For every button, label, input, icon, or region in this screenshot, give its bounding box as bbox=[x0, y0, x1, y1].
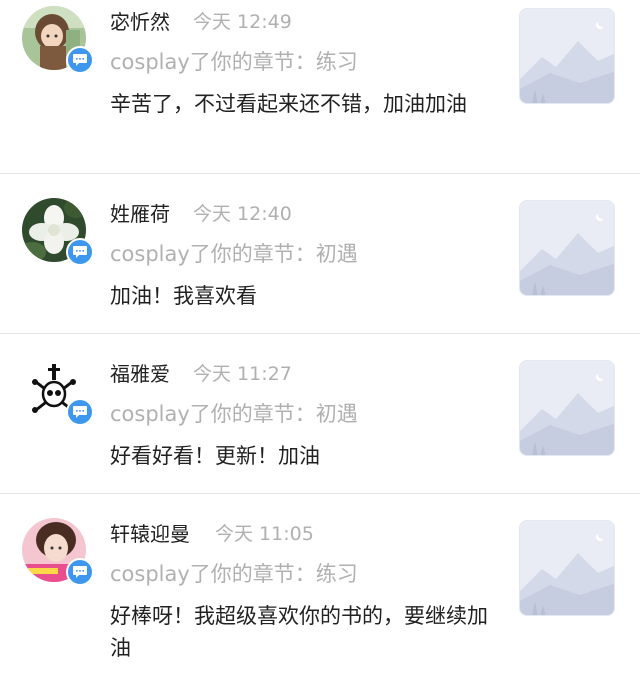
chat-bubble-icon bbox=[66, 398, 94, 426]
comment-text: 好看好看！更新！加油 bbox=[110, 444, 320, 468]
avatar[interactable] bbox=[22, 198, 94, 266]
chat-bubble-icon bbox=[66, 558, 94, 586]
notification-item[interactable]: 宓忻然 今天 12:49 cosplay了你的章节：练习 辛苦了，不过看起来还不… bbox=[0, 0, 640, 174]
action-text: cosplay了你的章节：初遇 bbox=[110, 242, 358, 266]
mountain-placeholder-icon bbox=[520, 201, 614, 295]
avatar[interactable] bbox=[22, 518, 94, 586]
mountain-placeholder-icon bbox=[520, 521, 614, 615]
chat-bubble-icon bbox=[66, 238, 94, 266]
notification-item[interactable]: 福雅爱 今天 11:27 cosplay了你的章节：初遇 好看好看！更新！加油 bbox=[0, 352, 640, 494]
timestamp: 今天 12:49 bbox=[193, 11, 292, 33]
user-name[interactable]: 轩辕迎曼 bbox=[110, 520, 190, 548]
avatar[interactable] bbox=[22, 358, 94, 426]
chapter-thumbnail[interactable] bbox=[519, 200, 615, 296]
action-text: cosplay了你的章节：初遇 bbox=[110, 402, 358, 426]
chapter-thumbnail[interactable] bbox=[519, 360, 615, 456]
comment-text: 加油！我喜欢看 bbox=[110, 284, 257, 308]
timestamp: 今天 12:40 bbox=[193, 203, 292, 225]
timestamp: 今天 11:05 bbox=[215, 523, 314, 545]
notification-item[interactable]: 轩辕迎曼 今天 11:05 cosplay了你的章节：练习 好棒呀！我超级喜欢你… bbox=[0, 512, 640, 683]
avatar[interactable] bbox=[22, 6, 94, 74]
user-name[interactable]: 福雅爱 bbox=[110, 360, 170, 388]
comment-text: 辛苦了，不过看起来还不错，加油加油 bbox=[110, 92, 467, 116]
action-text: cosplay了你的章节：练习 bbox=[110, 562, 358, 586]
user-name[interactable]: 姓雁荷 bbox=[110, 200, 170, 228]
mountain-placeholder-icon bbox=[520, 361, 614, 455]
action-text: cosplay了你的章节：练习 bbox=[110, 50, 358, 74]
notification-list: 宓忻然 今天 12:49 cosplay了你的章节：练习 辛苦了，不过看起来还不… bbox=[0, 0, 640, 683]
user-name[interactable]: 宓忻然 bbox=[110, 8, 170, 36]
notification-item[interactable]: 姓雁荷 今天 12:40 cosplay了你的章节：初遇 加油！我喜欢看 bbox=[0, 192, 640, 334]
mountain-placeholder-icon bbox=[520, 9, 614, 103]
chapter-thumbnail[interactable] bbox=[519, 520, 615, 616]
comment-text: 好棒呀！我超级喜欢你的书的，要继续加油 bbox=[110, 604, 488, 660]
timestamp: 今天 11:27 bbox=[193, 363, 292, 385]
chat-bubble-icon bbox=[66, 46, 94, 74]
chapter-thumbnail[interactable] bbox=[519, 8, 615, 104]
